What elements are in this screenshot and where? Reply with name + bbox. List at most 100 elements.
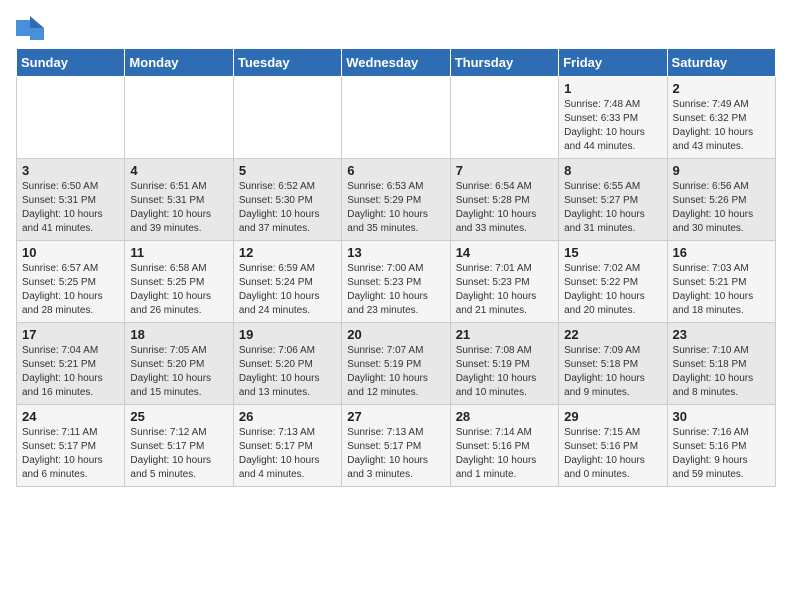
calendar-cell: 27 Sunrise: 7:13 AM Sunset: 5:17 PM Dayli…: [342, 405, 450, 487]
weekday-header-tuesday: Tuesday: [233, 49, 341, 77]
day-number: 16: [673, 245, 770, 260]
calendar-cell: [233, 77, 341, 159]
calendar-cell: 5 Sunrise: 6:52 AM Sunset: 5:30 PM Daylig…: [233, 159, 341, 241]
day-info: Sunrise: 6:58 AM Sunset: 5:25 PM Dayligh…: [130, 262, 227, 318]
day-number: 8: [564, 163, 661, 178]
calendar-cell: 1 Sunrise: 7:48 AM Sunset: 6:33 PM Daylig…: [559, 77, 667, 159]
day-number: 27: [347, 409, 444, 424]
calendar-cell: 3Sunrise: 6:50 AM Sunset: 5:31 PM Daylig…: [17, 159, 125, 241]
calendar-cell: [17, 77, 125, 159]
day-info: Sunrise: 6:57 AM Sunset: 5:25 PM Dayligh…: [22, 262, 119, 318]
calendar-cell: [450, 77, 558, 159]
calendar-cell: 14 Sunrise: 7:01 AM Sunset: 5:23 PM Dayli…: [450, 241, 558, 323]
day-number: 1: [564, 81, 661, 96]
day-info: Sunrise: 7:13 AM Sunset: 5:17 PM Dayligh…: [347, 426, 444, 482]
day-number: 18: [130, 327, 227, 342]
calendar-cell: 26 Sunrise: 7:13 AM Sunset: 5:17 PM Dayli…: [233, 405, 341, 487]
weekday-header-thursday: Thursday: [450, 49, 558, 77]
day-info: Sunrise: 7:11 AM Sunset: 5:17 PM Dayligh…: [22, 426, 119, 482]
day-number: 10: [22, 245, 119, 260]
calendar-cell: 11 Sunrise: 6:58 AM Sunset: 5:25 PM Dayli…: [125, 241, 233, 323]
calendar-cell: 24 Sunrise: 7:11 AM Sunset: 5:17 PM Dayli…: [17, 405, 125, 487]
day-number: 24: [22, 409, 119, 424]
calendar-cell: [342, 77, 450, 159]
calendar-cell: 13 Sunrise: 7:00 AM Sunset: 5:23 PM Dayli…: [342, 241, 450, 323]
day-number: 29: [564, 409, 661, 424]
day-number: 5: [239, 163, 336, 178]
day-info: Sunrise: 7:01 AM Sunset: 5:23 PM Dayligh…: [456, 262, 553, 318]
day-number: 21: [456, 327, 553, 342]
day-info: Sunrise: 6:52 AM Sunset: 5:30 PM Dayligh…: [239, 180, 336, 236]
calendar-week-row: 24 Sunrise: 7:11 AM Sunset: 5:17 PM Dayli…: [17, 405, 776, 487]
day-info: Sunrise: 7:49 AM Sunset: 6:32 PM Dayligh…: [673, 98, 770, 154]
calendar-cell: 12 Sunrise: 6:59 AM Sunset: 5:24 PM Dayli…: [233, 241, 341, 323]
day-info: Sunrise: 6:56 AM Sunset: 5:26 PM Dayligh…: [673, 180, 770, 236]
day-number: 13: [347, 245, 444, 260]
calendar-cell: 7Sunrise: 6:54 AM Sunset: 5:28 PM Daylig…: [450, 159, 558, 241]
day-number: 26: [239, 409, 336, 424]
page-header: [16, 16, 776, 40]
day-info: Sunrise: 6:50 AM Sunset: 5:31 PM Dayligh…: [22, 180, 119, 236]
day-number: 28: [456, 409, 553, 424]
day-info: Sunrise: 7:09 AM Sunset: 5:18 PM Dayligh…: [564, 344, 661, 400]
day-number: 14: [456, 245, 553, 260]
day-info: Sunrise: 6:53 AM Sunset: 5:29 PM Dayligh…: [347, 180, 444, 236]
day-number: 20: [347, 327, 444, 342]
calendar-cell: 17Sunrise: 7:04 AM Sunset: 5:21 PM Dayli…: [17, 323, 125, 405]
day-number: 6: [347, 163, 444, 178]
calendar-cell: 28 Sunrise: 7:14 AM Sunset: 5:16 PM Dayli…: [450, 405, 558, 487]
logo-icon: [16, 16, 44, 40]
calendar-week-row: 3Sunrise: 6:50 AM Sunset: 5:31 PM Daylig…: [17, 159, 776, 241]
calendar-cell: 18 Sunrise: 7:05 AM Sunset: 5:20 PM Dayli…: [125, 323, 233, 405]
weekday-header-friday: Friday: [559, 49, 667, 77]
day-info: Sunrise: 6:51 AM Sunset: 5:31 PM Dayligh…: [130, 180, 227, 236]
calendar-cell: 20Sunrise: 7:07 AM Sunset: 5:19 PM Dayli…: [342, 323, 450, 405]
day-info: Sunrise: 7:12 AM Sunset: 5:17 PM Dayligh…: [130, 426, 227, 482]
calendar-cell: 19Sunrise: 7:06 AM Sunset: 5:20 PM Dayli…: [233, 323, 341, 405]
calendar-cell: 30 Sunrise: 7:16 AM Sunset: 5:16 PM Dayli…: [667, 405, 775, 487]
calendar-cell: 4Sunrise: 6:51 AM Sunset: 5:31 PM Daylig…: [125, 159, 233, 241]
day-info: Sunrise: 7:02 AM Sunset: 5:22 PM Dayligh…: [564, 262, 661, 318]
calendar-week-row: 17Sunrise: 7:04 AM Sunset: 5:21 PM Dayli…: [17, 323, 776, 405]
day-number: 22: [564, 327, 661, 342]
day-info: Sunrise: 7:48 AM Sunset: 6:33 PM Dayligh…: [564, 98, 661, 154]
calendar-cell: 2 Sunrise: 7:49 AM Sunset: 6:32 PM Daylig…: [667, 77, 775, 159]
logo: [16, 16, 48, 40]
day-info: Sunrise: 7:04 AM Sunset: 5:21 PM Dayligh…: [22, 344, 119, 400]
weekday-header-wednesday: Wednesday: [342, 49, 450, 77]
day-number: 19: [239, 327, 336, 342]
calendar-week-row: 10 Sunrise: 6:57 AM Sunset: 5:25 PM Dayli…: [17, 241, 776, 323]
day-info: Sunrise: 7:13 AM Sunset: 5:17 PM Dayligh…: [239, 426, 336, 482]
day-number: 11: [130, 245, 227, 260]
calendar-week-row: 1 Sunrise: 7:48 AM Sunset: 6:33 PM Daylig…: [17, 77, 776, 159]
calendar-cell: 15 Sunrise: 7:02 AM Sunset: 5:22 PM Dayli…: [559, 241, 667, 323]
day-number: 2: [673, 81, 770, 96]
weekday-header-saturday: Saturday: [667, 49, 775, 77]
weekday-header-monday: Monday: [125, 49, 233, 77]
calendar-cell: 21 Sunrise: 7:08 AM Sunset: 5:19 PM Dayli…: [450, 323, 558, 405]
calendar-table: SundayMondayTuesdayWednesdayThursdayFrid…: [16, 48, 776, 487]
day-info: Sunrise: 7:14 AM Sunset: 5:16 PM Dayligh…: [456, 426, 553, 482]
day-number: 12: [239, 245, 336, 260]
calendar-cell: [125, 77, 233, 159]
calendar-cell: 10 Sunrise: 6:57 AM Sunset: 5:25 PM Dayli…: [17, 241, 125, 323]
day-info: Sunrise: 7:05 AM Sunset: 5:20 PM Dayligh…: [130, 344, 227, 400]
day-info: Sunrise: 6:59 AM Sunset: 5:24 PM Dayligh…: [239, 262, 336, 318]
day-info: Sunrise: 7:00 AM Sunset: 5:23 PM Dayligh…: [347, 262, 444, 318]
day-number: 25: [130, 409, 227, 424]
day-info: Sunrise: 7:03 AM Sunset: 5:21 PM Dayligh…: [673, 262, 770, 318]
day-info: Sunrise: 7:10 AM Sunset: 5:18 PM Dayligh…: [673, 344, 770, 400]
day-info: Sunrise: 7:08 AM Sunset: 5:19 PM Dayligh…: [456, 344, 553, 400]
weekday-header-row: SundayMondayTuesdayWednesdayThursdayFrid…: [17, 49, 776, 77]
calendar-cell: 29Sunrise: 7:15 AM Sunset: 5:16 PM Dayli…: [559, 405, 667, 487]
day-number: 23: [673, 327, 770, 342]
day-number: 9: [673, 163, 770, 178]
day-info: Sunrise: 7:16 AM Sunset: 5:16 PM Dayligh…: [673, 426, 770, 482]
calendar-cell: 22 Sunrise: 7:09 AM Sunset: 5:18 PM Dayli…: [559, 323, 667, 405]
calendar-cell: 8 Sunrise: 6:55 AM Sunset: 5:27 PM Daylig…: [559, 159, 667, 241]
day-info: Sunrise: 6:55 AM Sunset: 5:27 PM Dayligh…: [564, 180, 661, 236]
calendar-cell: 23 Sunrise: 7:10 AM Sunset: 5:18 PM Dayli…: [667, 323, 775, 405]
calendar-cell: 16 Sunrise: 7:03 AM Sunset: 5:21 PM Dayli…: [667, 241, 775, 323]
day-number: 30: [673, 409, 770, 424]
day-number: 15: [564, 245, 661, 260]
